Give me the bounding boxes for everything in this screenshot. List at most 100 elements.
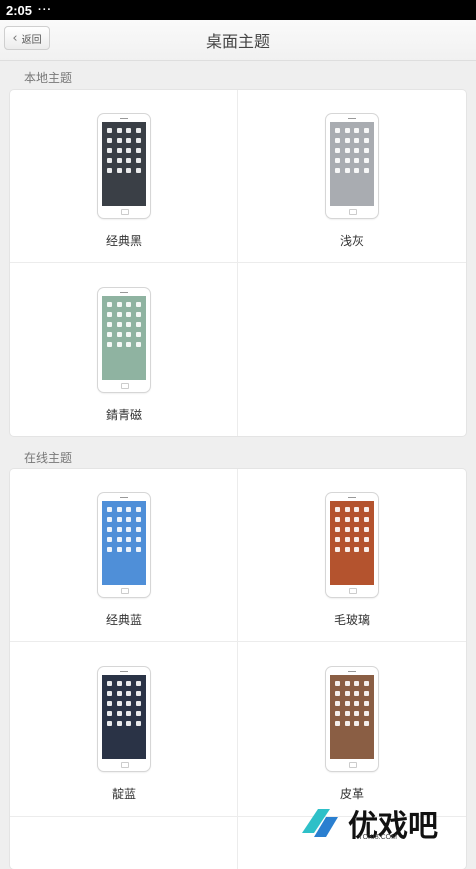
- app-icon: [116, 517, 122, 522]
- app-icon: [135, 517, 141, 522]
- app-icon: [354, 527, 360, 532]
- notification-dots-icon: ···: [38, 4, 53, 16]
- app-icon: [363, 701, 369, 706]
- back-button[interactable]: ‹ 返回: [4, 26, 50, 50]
- app-icon: [335, 148, 341, 153]
- app-icon: [135, 701, 141, 706]
- theme-item-local-1[interactable]: 浅灰: [238, 90, 466, 264]
- app-icon: [135, 158, 141, 163]
- app-icon: [335, 711, 341, 716]
- app-icon: [116, 322, 122, 327]
- page-title: 桌面主题: [205, 32, 270, 51]
- app-icon: [344, 507, 350, 512]
- app-icon: [354, 168, 360, 173]
- app-icon: [107, 138, 113, 143]
- app-icon: [107, 302, 113, 307]
- app-icon: [116, 168, 122, 173]
- app-icon: [107, 168, 113, 173]
- theme-item-local-2[interactable]: 錆青磁: [10, 264, 238, 436]
- theme-name: 浅灰: [339, 234, 364, 248]
- app-icon: [116, 681, 122, 686]
- theme-preview: [326, 114, 378, 218]
- app-icon: [344, 158, 350, 163]
- app-icon: [126, 332, 132, 337]
- app-icon: [116, 721, 122, 726]
- app-icon: [354, 721, 360, 726]
- theme-item-local-0[interactable]: 经典黑: [10, 90, 238, 264]
- app-icon: [107, 711, 113, 716]
- app-icon: [116, 332, 122, 337]
- app-icon: [126, 507, 132, 512]
- theme-screen: [102, 501, 146, 585]
- app-icon: [116, 507, 122, 512]
- app-icon: [126, 312, 132, 317]
- app-icon: [116, 527, 122, 532]
- app-icon: [363, 168, 369, 173]
- app-icon: [107, 517, 113, 522]
- app-icon: [135, 312, 141, 317]
- app-icon: [344, 701, 350, 706]
- app-icon: [107, 507, 113, 512]
- app-icon: [135, 507, 141, 512]
- app-icon: [344, 681, 350, 686]
- app-icon: [354, 507, 360, 512]
- app-icon: [126, 168, 132, 173]
- theme-item-online-0[interactable]: 经典蓝: [10, 469, 238, 643]
- app-icon: [135, 691, 141, 696]
- app-icon: [126, 537, 132, 542]
- app-icon: [344, 547, 350, 552]
- app-icon: [344, 527, 350, 532]
- theme-name: 经典蓝: [105, 613, 142, 627]
- app-icon: [335, 701, 341, 706]
- theme-preview: [98, 288, 150, 392]
- theme-screen: [102, 675, 146, 759]
- theme-screen: [330, 675, 374, 759]
- app-icon: [116, 342, 122, 347]
- app-icon: [363, 138, 369, 143]
- app-icon: [107, 681, 113, 686]
- theme-screen: [102, 122, 146, 206]
- title-bar: ‹ 返回 桌面主题: [0, 20, 476, 61]
- theme-item-online-2[interactable]: 靛蓝: [10, 643, 238, 817]
- app-icon: [363, 547, 369, 552]
- app-icon: [135, 322, 141, 327]
- app-icon: [135, 721, 141, 726]
- app-icon: [135, 332, 141, 337]
- app-icon: [126, 342, 132, 347]
- app-icon: [116, 138, 122, 143]
- theme-name: 靛蓝: [111, 787, 136, 801]
- app-icon: [126, 527, 132, 532]
- app-icon: [335, 537, 341, 542]
- app-icon: [126, 158, 132, 163]
- app-icon: [363, 158, 369, 163]
- app-icon: [344, 138, 350, 143]
- app-icon: [116, 537, 122, 542]
- app-icon: [354, 138, 360, 143]
- app-icon: [335, 547, 341, 552]
- theme-name: 经典黑: [105, 234, 142, 248]
- app-icon: [354, 701, 360, 706]
- watermark-url: YOXI8.COM: [358, 834, 397, 841]
- app-icon: [107, 332, 113, 337]
- theme-screen: [102, 296, 146, 380]
- app-icon: [107, 148, 113, 153]
- app-icon: [107, 721, 113, 726]
- app-icon: [135, 537, 141, 542]
- app-icon: [107, 691, 113, 696]
- app-icon: [135, 547, 141, 552]
- app-icon: [107, 537, 113, 542]
- theme-screen: [330, 501, 374, 585]
- logo-icon: [302, 809, 338, 837]
- theme-item-online-1[interactable]: 毛玻璃: [238, 469, 466, 643]
- app-icon: [126, 721, 132, 726]
- theme-preview: [326, 667, 378, 771]
- status-time: 2:05: [6, 2, 33, 18]
- app-icon: [363, 527, 369, 532]
- theme-preview: [326, 493, 378, 597]
- app-icon: [335, 517, 341, 522]
- app-icon: [354, 128, 360, 133]
- app-icon: [126, 517, 132, 522]
- app-icon: [126, 128, 132, 133]
- app-icon: [135, 168, 141, 173]
- theme-item-online-3[interactable]: 皮革: [238, 643, 466, 817]
